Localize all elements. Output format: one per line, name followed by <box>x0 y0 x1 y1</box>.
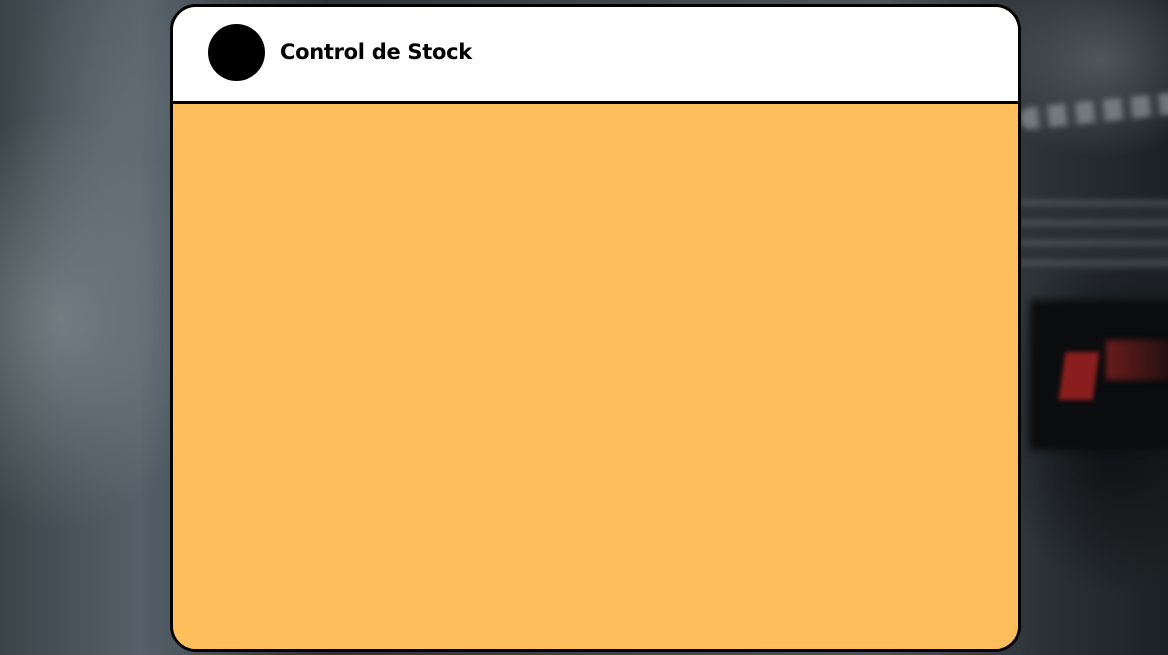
background-grille <box>1019 91 1168 131</box>
background-brand-mark <box>1058 352 1100 400</box>
background-brand-text <box>1106 340 1168 380</box>
page-title: Control de Stock <box>280 40 472 64</box>
background-vent <box>1020 200 1168 270</box>
avatar[interactable] <box>208 24 265 81</box>
card-body <box>173 104 1018 649</box>
card-header: Control de Stock <box>173 7 1018 104</box>
stock-card: Control de Stock <box>170 4 1021 652</box>
